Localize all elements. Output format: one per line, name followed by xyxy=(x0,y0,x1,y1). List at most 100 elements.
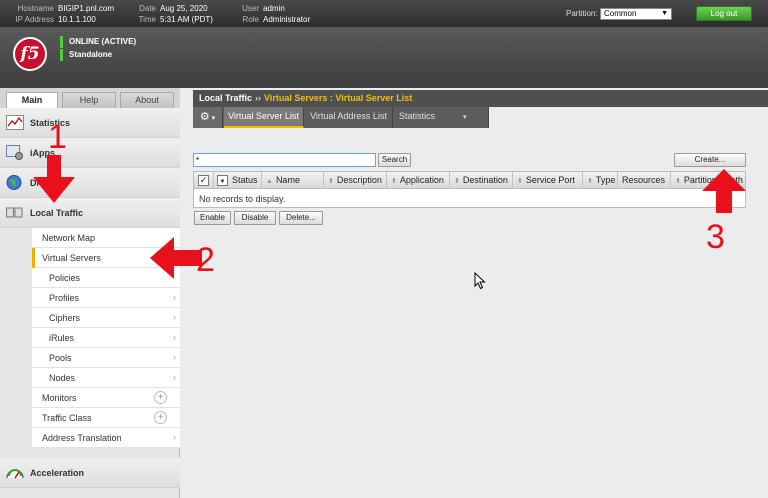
select-all-checkbox[interactable]: ✓ xyxy=(198,175,209,186)
sort-asc-icon: ▲ xyxy=(266,178,273,185)
sort-icon: ⬍ xyxy=(675,178,681,185)
sidebar-item-local-traffic[interactable]: Local Traffic xyxy=(0,198,180,228)
tab-about[interactable]: About xyxy=(120,92,174,108)
column-resources-label: Resources xyxy=(622,175,666,185)
sidebar-sub-label: Profiles xyxy=(49,293,80,303)
date-label: Date xyxy=(139,4,156,13)
sidebar-sub-label: iRules xyxy=(49,333,75,343)
add-icon[interactable]: + xyxy=(154,411,167,424)
tab-virtual-address-list[interactable]: Virtual Address List xyxy=(305,107,393,128)
online-status: ONLINE (ACTIVE) xyxy=(60,36,136,48)
f5-logo: f5 xyxy=(13,37,47,71)
sort-icon: ⬍ xyxy=(587,178,593,185)
column-destination[interactable]: ⬍ Destination xyxy=(450,172,513,189)
device-status: ONLINE (ACTIVE) Standalone xyxy=(60,36,136,62)
annotation-step-1: 1 xyxy=(48,118,67,156)
partition-select[interactable]: Common ▼ xyxy=(600,8,672,20)
dns-globe-icon xyxy=(6,175,22,190)
column-resources: Resources xyxy=(618,172,671,189)
sidebar-item-acceleration[interactable]: Acceleration xyxy=(0,458,180,488)
tab-help[interactable]: Help xyxy=(62,92,116,108)
sidebar-item-iapps[interactable]: iApps xyxy=(0,138,180,168)
add-icon[interactable]: + xyxy=(154,391,167,404)
sort-icon: ⬍ xyxy=(454,178,460,185)
sidebar-label: DNS xyxy=(30,178,50,188)
column-name[interactable]: ▲ Name xyxy=(262,172,324,189)
sidebar: Statistics iApps DNS Local Traffic Netwo… xyxy=(0,108,180,498)
sidebar-sub-label: Traffic Class xyxy=(42,413,92,423)
column-type[interactable]: ⬍ Type xyxy=(583,172,618,189)
column-service-port[interactable]: ⬍ Service Port xyxy=(513,172,583,189)
breadcrumb-path: Virtual Servers : Virtual Server List xyxy=(264,93,413,103)
create-button[interactable]: Create... xyxy=(674,153,746,167)
column-partition-path[interactable]: ⬍ Partition / Path xyxy=(671,172,745,189)
host-info: Hostname BIGIP1.pnl.com IP Address 10.1.1.… xyxy=(4,3,114,25)
search-input[interactable] xyxy=(193,153,376,167)
ip-value: 10.1.1.100 xyxy=(58,15,96,24)
sidebar-sub-label: Nodes xyxy=(49,373,76,383)
enable-button[interactable]: Enable xyxy=(194,211,231,225)
sidebar-item-pools[interactable]: Pools › xyxy=(32,348,180,368)
disable-button[interactable]: Disable xyxy=(234,211,276,225)
column-status[interactable]: ▼ Status xyxy=(214,172,262,189)
chevron-right-icon: › xyxy=(173,332,176,342)
column-application-label: Application xyxy=(399,175,444,185)
role-value: Administrator xyxy=(263,15,311,24)
column-description-label: Description xyxy=(336,175,382,185)
chevron-right-icon: › xyxy=(173,372,176,382)
table-header: ✓ ▼ Status ▲ Name ⬍ Description ⬍ Applicatio… xyxy=(194,172,745,189)
status-filter-dropdown[interactable]: ▼ xyxy=(217,175,228,186)
annotation-step-2: 2 xyxy=(196,241,215,279)
sidebar-sub-label: Ciphers xyxy=(49,313,81,323)
sidebar-item-network-map[interactable]: Network Map xyxy=(32,228,180,248)
delete-button[interactable]: Delete... xyxy=(279,211,323,225)
sidebar-item-irules[interactable]: iRules › xyxy=(32,328,180,348)
sidebar-item-dns[interactable]: DNS xyxy=(0,168,180,198)
sidebar-label: Acceleration xyxy=(30,468,85,478)
sort-icon: ⬍ xyxy=(517,178,523,185)
sidebar-sub-label: Network Map xyxy=(42,233,96,243)
logout-button[interactable]: Log out xyxy=(696,6,752,21)
main-nav-tabs: Main Help About xyxy=(0,88,180,108)
partition-label: Partition: xyxy=(566,9,598,18)
sidebar-item-nodes[interactable]: Nodes › xyxy=(32,368,180,388)
time-value: 5:31 AM (PDT) xyxy=(160,15,213,24)
tab-statistics-label: Statistics xyxy=(399,111,436,121)
chevron-right-icon: › xyxy=(173,432,176,442)
time-label: Time xyxy=(138,15,156,24)
column-application[interactable]: ⬍ Application xyxy=(387,172,450,189)
tab-main[interactable]: Main xyxy=(6,92,58,108)
sidebar-item-virtual-servers[interactable]: Virtual Servers › xyxy=(32,248,180,268)
sidebar-sub-label: Address Translation xyxy=(42,433,122,443)
sidebar-sub-label: Monitors xyxy=(42,393,77,403)
local-traffic-icon xyxy=(6,207,23,218)
column-description[interactable]: ⬍ Description xyxy=(324,172,387,189)
acceleration-gauge-icon xyxy=(6,469,24,479)
sidebar-item-address-translation[interactable]: Address Translation › xyxy=(32,428,180,448)
sidebar-item-ciphers[interactable]: Ciphers › xyxy=(32,308,180,328)
annotation-step-3: 3 xyxy=(706,218,725,256)
sidebar-label: Local Traffic xyxy=(30,208,84,218)
search-button[interactable]: Search xyxy=(378,153,411,167)
sidebar-sub-label: Pools xyxy=(49,353,72,363)
ip-label: IP Address xyxy=(15,15,54,24)
mouse-cursor-icon xyxy=(474,272,486,290)
hostname-label: Hostname xyxy=(17,4,54,13)
iapps-icon xyxy=(6,145,23,160)
main-content: Local Traffic ›› Virtual Servers : Virtual… xyxy=(193,88,768,498)
chevron-right-icon: › xyxy=(173,312,176,322)
sort-icon: ⬍ xyxy=(328,178,334,185)
status-bar: f5 ONLINE (ACTIVE) Standalone xyxy=(0,27,768,88)
gear-menu-icon[interactable]: ⚙ ▾ xyxy=(193,107,223,128)
sidebar-item-profiles[interactable]: Profiles › xyxy=(32,288,180,308)
sidebar-item-monitors[interactable]: Monitors + xyxy=(32,388,180,408)
sidebar-item-statistics[interactable]: Statistics xyxy=(0,108,180,138)
date-value: Aug 25, 2020 xyxy=(160,4,208,13)
chevron-right-icon: › xyxy=(173,352,176,362)
tab-virtual-server-list[interactable]: Virtual Server List xyxy=(224,107,304,128)
breadcrumb-section[interactable]: Local Traffic xyxy=(199,93,252,103)
sidebar-item-policies[interactable]: Policies xyxy=(32,268,180,288)
chevron-right-icon: › xyxy=(173,292,176,302)
sidebar-item-traffic-class[interactable]: Traffic Class + xyxy=(32,408,180,428)
tab-statistics[interactable]: Statistics ▾ xyxy=(394,107,489,128)
